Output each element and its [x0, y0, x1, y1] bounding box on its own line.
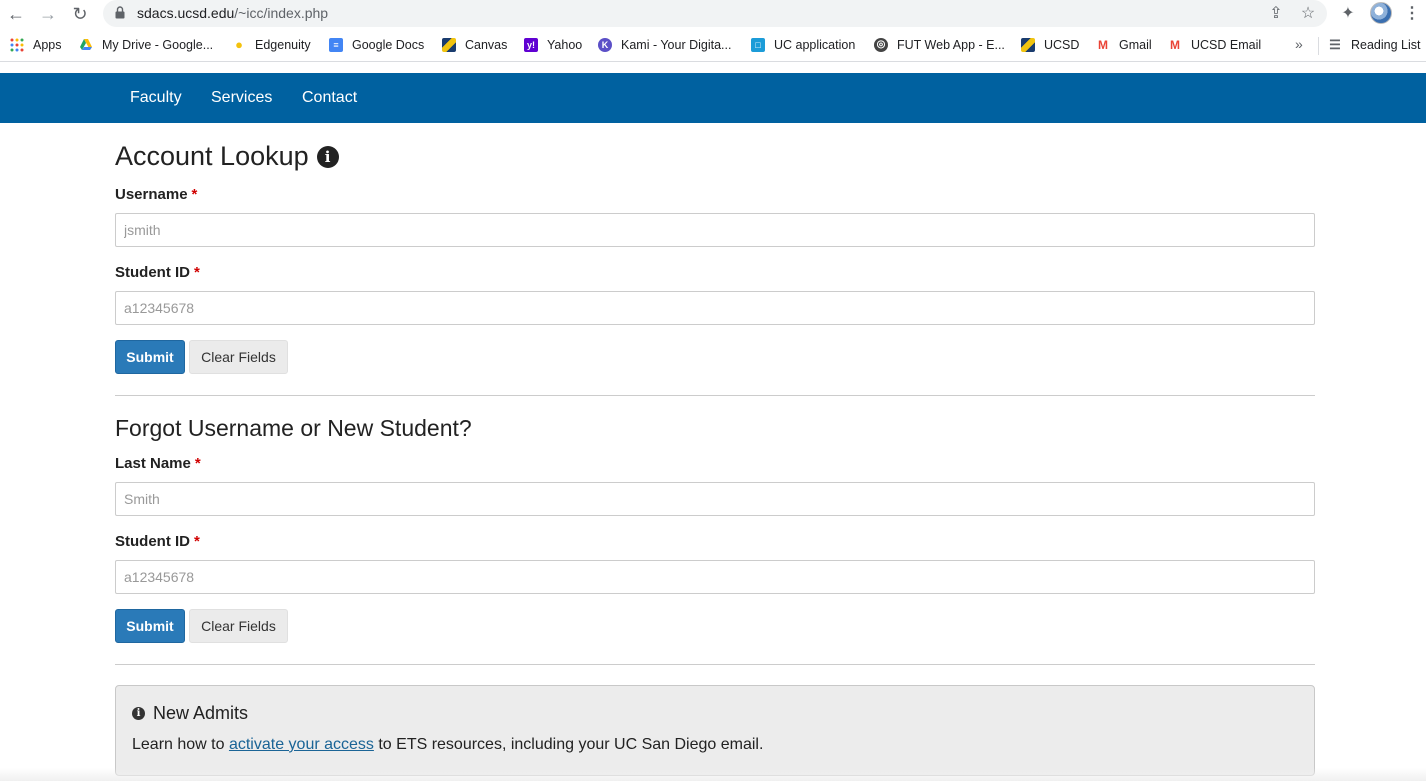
- username-label-text: Username: [115, 186, 188, 203]
- section-divider: [115, 395, 1315, 396]
- nav-services-link[interactable]: Services: [211, 89, 272, 107]
- bookmark-label: UCSD: [1044, 38, 1080, 52]
- section-divider: [115, 664, 1315, 665]
- account-lookup-heading-text: Account Lookup: [115, 141, 309, 171]
- bookmark-kami[interactable]: K Kami - Your Digita...: [598, 36, 731, 54]
- username-input[interactable]: [115, 213, 1315, 247]
- required-asterisk: *: [194, 533, 200, 550]
- bookmark-ucsd-email[interactable]: M UCSD Email: [1168, 36, 1261, 54]
- address-bar[interactable]: sdacs.ucsd.edu/~icc/index.php ⇪ ☆: [103, 0, 1327, 27]
- bookmark-label: FUT Web App - E...: [897, 38, 1005, 52]
- bookmark-fut-web-app[interactable]: ◎ FUT Web App - E...: [874, 36, 1005, 54]
- bookmarks-divider: [1318, 37, 1319, 55]
- kami-icon: K: [598, 38, 612, 52]
- new-admits-notice: i New Admits Learn how to activate your a…: [115, 685, 1315, 776]
- gmail-icon: M: [1170, 38, 1180, 52]
- more-bookmarks-chevron-icon[interactable]: »: [1295, 36, 1303, 52]
- account-lookup-clear-button[interactable]: Clear Fields: [189, 340, 288, 374]
- reading-list-button[interactable]: ☰ Reading List: [1328, 36, 1421, 54]
- gmail-icon: M: [1098, 38, 1108, 52]
- bottom-edge-shadow: [0, 768, 1426, 781]
- nav-contact-link[interactable]: Contact: [302, 89, 357, 107]
- account-lookup-title: Account Lookup i: [115, 141, 339, 172]
- google-drive-icon: [79, 38, 93, 52]
- bookmark-label: UC application: [774, 38, 856, 52]
- site-header-nav: Faculty Services Contact: [0, 73, 1426, 123]
- info-icon[interactable]: i: [316, 146, 339, 168]
- bookmark-my-drive[interactable]: My Drive - Google...: [79, 36, 213, 54]
- canvas-icon: [442, 38, 456, 52]
- student-id-label-text: Student ID: [115, 264, 190, 281]
- info-icon: i: [132, 707, 145, 720]
- forgot-username-title: Forgot Username or New Student?: [115, 415, 472, 441]
- notice-text-after: to ETS resources, including your UC San …: [373, 736, 764, 753]
- bookmark-label: Yahoo: [547, 38, 583, 52]
- google-docs-icon: ≡: [329, 38, 343, 52]
- reading-list-icon: ☰: [1329, 37, 1341, 52]
- ucsd-icon: [1021, 38, 1035, 52]
- lightbulb-icon: ●: [235, 37, 243, 52]
- required-asterisk: *: [191, 186, 198, 203]
- username-label: Username *: [115, 186, 197, 203]
- bookmark-label: Apps: [33, 38, 62, 52]
- bookmark-gmail[interactable]: M Gmail: [1096, 36, 1152, 54]
- star-bookmark-icon[interactable]: ☆: [1299, 5, 1317, 23]
- bookmark-label: Gmail: [1119, 38, 1152, 52]
- share-icon[interactable]: ⇪: [1267, 5, 1285, 23]
- url-path: /~icc/index.php: [234, 5, 329, 21]
- bookmark-google-docs[interactable]: ≡ Google Docs: [329, 36, 424, 54]
- notice-title-text: New Admits: [153, 703, 249, 723]
- bookmark-label: Canvas: [465, 38, 508, 52]
- last-name-label: Last Name *: [115, 455, 201, 472]
- url-host: sdacs.ucsd.edu: [137, 5, 235, 21]
- reading-list-label: Reading List: [1351, 38, 1421, 52]
- bookmark-label: Edgenuity: [255, 38, 311, 52]
- activate-access-link[interactable]: activate your access: [229, 736, 374, 753]
- student-id-label: Student ID *: [115, 264, 200, 281]
- bookmark-label: Kami - Your Digita...: [621, 38, 732, 52]
- menu-kebab-icon[interactable]: ⋮: [1402, 4, 1422, 24]
- yahoo-icon: y!: [524, 38, 538, 52]
- bookmark-edgenuity[interactable]: ● Edgenuity: [232, 36, 311, 54]
- notice-title: i New Admits: [132, 703, 248, 724]
- back-arrow-icon[interactable]: ←: [6, 4, 26, 24]
- nav-faculty-link[interactable]: Faculty: [130, 89, 182, 107]
- account-lookup-submit-button[interactable]: Submit: [115, 340, 185, 374]
- bookmark-ucsd[interactable]: UCSD: [1021, 36, 1079, 54]
- last-name-label-text: Last Name: [115, 455, 191, 472]
- forgot-submit-button[interactable]: Submit: [115, 609, 185, 643]
- bookmark-label: UCSD Email: [1191, 38, 1262, 52]
- reload-icon[interactable]: ↻: [70, 4, 90, 24]
- bookmark-label: Google Docs: [352, 38, 425, 52]
- required-asterisk: *: [194, 264, 200, 281]
- notice-body: Learn how to activate your access to ETS…: [132, 736, 763, 754]
- browser-toolbar: ← → ↻ sdacs.ucsd.edu/~icc/index.php ⇪ ☆ …: [0, 0, 1426, 28]
- globe-icon: ◎: [874, 38, 888, 52]
- url-text: sdacs.ucsd.edu/~icc/index.php: [137, 5, 328, 21]
- profile-avatar[interactable]: [1370, 2, 1392, 24]
- uc-application-icon: □: [751, 38, 765, 52]
- notice-text-before: Learn how to: [132, 736, 229, 753]
- bookmarks-bar: Apps My Drive - Google... ● Edgenuity ≡ …: [0, 28, 1426, 62]
- required-asterisk: *: [194, 455, 201, 472]
- bookmark-canvas[interactable]: Canvas: [442, 36, 507, 54]
- last-name-input[interactable]: [115, 482, 1315, 516]
- bookmark-uc-application[interactable]: □ UC application: [751, 36, 855, 54]
- student-id-label-text: Student ID: [115, 533, 190, 550]
- forgot-student-id-label: Student ID *: [115, 533, 200, 550]
- apps-grid-icon: [10, 38, 24, 52]
- extensions-puzzle-icon[interactable]: ✦: [1338, 4, 1358, 24]
- forgot-clear-button[interactable]: Clear Fields: [189, 609, 288, 643]
- lock-icon: [115, 6, 125, 19]
- student-id-input[interactable]: [115, 291, 1315, 325]
- forward-arrow-icon[interactable]: →: [38, 4, 58, 24]
- bookmark-label: My Drive - Google...: [102, 38, 214, 52]
- bookmark-yahoo[interactable]: y! Yahoo: [524, 36, 582, 54]
- forgot-student-id-input[interactable]: [115, 560, 1315, 594]
- bookmark-apps[interactable]: Apps: [10, 36, 62, 54]
